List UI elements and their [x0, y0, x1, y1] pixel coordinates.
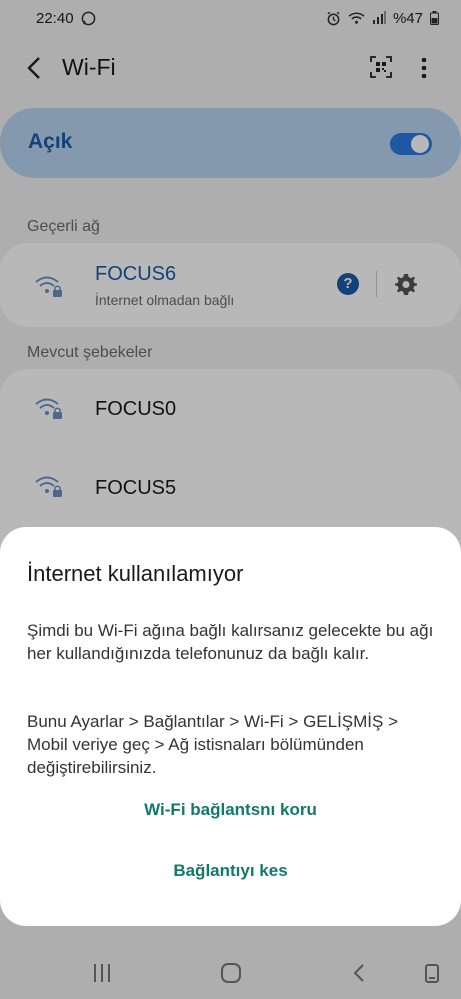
- dialog-paragraph-2: Bunu Ayarlar > Bağlantılar > Wi-Fi > GEL…: [27, 712, 399, 777]
- navigation-bar: [0, 946, 461, 999]
- dialog-paragraph-1: Şimdi bu Wi-Fi ağına bağlı kalırsanız ge…: [27, 621, 434, 663]
- recents-icon[interactable]: [90, 962, 114, 984]
- home-icon[interactable]: [219, 962, 243, 984]
- rotate-icon[interactable]: [420, 962, 444, 984]
- keep-wifi-button[interactable]: Wi-Fi bağlantsnı koru: [0, 800, 461, 820]
- no-internet-dialog: İnternet kullanılamıyor Şimdi bu Wi-Fi a…: [0, 527, 461, 926]
- dialog-title: İnternet kullanılamıyor: [27, 561, 244, 586]
- back-nav-icon[interactable]: [348, 962, 372, 984]
- disconnect-button[interactable]: Bağlantıyı kes: [0, 861, 461, 881]
